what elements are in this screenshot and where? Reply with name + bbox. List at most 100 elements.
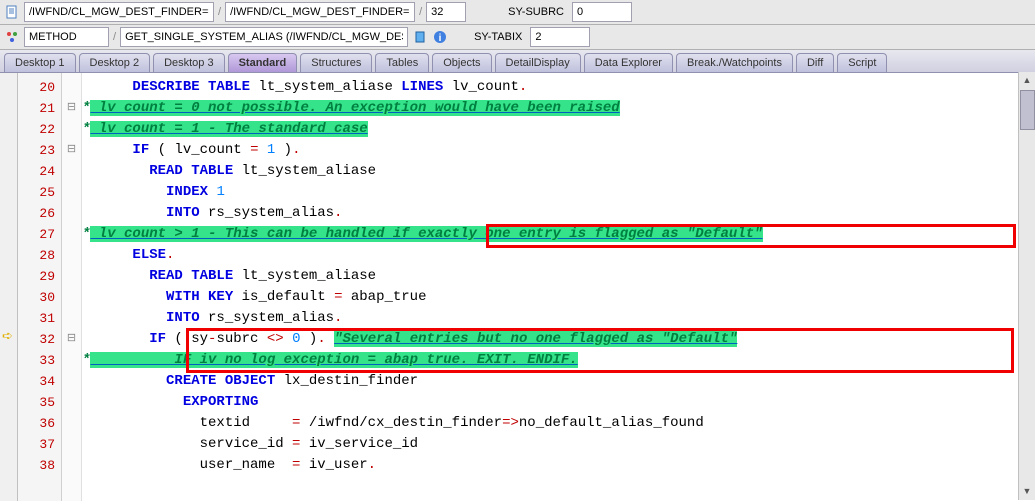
scroll-down-icon[interactable]: ▼	[1019, 483, 1035, 500]
fold-toggle	[62, 392, 81, 413]
tab-script[interactable]: Script	[837, 53, 887, 72]
tab-desktop-3[interactable]: Desktop 3	[153, 53, 225, 72]
document-icon	[4, 4, 20, 20]
fold-toggle	[62, 182, 81, 203]
bookmark-icon[interactable]	[412, 29, 428, 45]
line-number: 32	[18, 329, 61, 350]
toolbar-row-2: / i SY-TABIX	[0, 25, 1035, 50]
code-line[interactable]: textid = /iwfnd/cx_destin_finder=>no_def…	[82, 413, 1035, 434]
line-number: 23	[18, 140, 61, 161]
tab-break-watchpoints[interactable]: Break./Watchpoints	[676, 53, 793, 72]
fold-toggle[interactable]: ⊟	[62, 98, 81, 119]
marker-cell	[0, 115, 17, 136]
code-area[interactable]: DESCRIBE TABLE lt_system_aliase LINES lv…	[82, 73, 1035, 501]
method-icon	[4, 29, 20, 45]
code-line[interactable]: user_name = iv_user.	[82, 455, 1035, 476]
line-number: 22	[18, 119, 61, 140]
tab-structures[interactable]: Structures	[300, 53, 372, 72]
line-number: 31	[18, 308, 61, 329]
fold-toggle	[62, 413, 81, 434]
code-line[interactable]: IF ( sy-subrc <> 0 ). "Several entries b…	[82, 329, 1035, 350]
code-line[interactable]: EXPORTING	[82, 392, 1035, 413]
code-line[interactable]: * IF iv no log exception = abap true. EX…	[82, 350, 1035, 371]
marker-cell	[0, 94, 17, 115]
marker-cell	[0, 241, 17, 262]
marker-cell	[0, 304, 17, 325]
svg-text:i: i	[439, 33, 442, 44]
toolbar-row-1: / / SY-SUBRC	[0, 0, 1035, 25]
path-field-1[interactable]	[24, 2, 214, 22]
line-number: 30	[18, 287, 61, 308]
line-number-gutter: 20212223242526272829303132333435363738	[18, 73, 62, 501]
separator: /	[419, 6, 422, 18]
method-value-field[interactable]	[120, 27, 408, 47]
separator: /	[113, 31, 116, 43]
sy-subrc-field[interactable]	[572, 2, 632, 22]
code-line[interactable]: service_id = iv_service_id	[82, 434, 1035, 455]
path-field-2[interactable]	[225, 2, 415, 22]
line-number: 25	[18, 182, 61, 203]
code-line[interactable]: CREATE OBJECT lx_destin_finder	[82, 371, 1035, 392]
marker-cell	[0, 136, 17, 157]
fold-toggle	[62, 371, 81, 392]
code-line[interactable]: READ TABLE lt_system_aliase	[82, 161, 1035, 182]
code-line[interactable]: * lv count = 0 not possible. An exceptio…	[82, 98, 1035, 119]
marker-cell	[0, 388, 17, 409]
tab-desktop-1[interactable]: Desktop 1	[4, 53, 76, 72]
code-line[interactable]: INDEX 1	[82, 182, 1035, 203]
fold-gutter: ⊟ ⊟ ⊟	[62, 73, 82, 501]
sy-tabix-field[interactable]	[530, 27, 590, 47]
code-line[interactable]: ELSE.	[82, 245, 1035, 266]
tab-detaildisplay[interactable]: DetailDisplay	[495, 53, 581, 72]
fold-toggle	[62, 224, 81, 245]
code-line[interactable]: IF ( lv_count = 1 ).	[82, 140, 1035, 161]
scroll-up-icon[interactable]: ▲	[1019, 72, 1035, 89]
code-line[interactable]: INTO rs_system_alias.	[82, 203, 1035, 224]
marker-cell	[0, 430, 17, 451]
fold-toggle	[62, 119, 81, 140]
tab-standard[interactable]: Standard	[228, 53, 298, 72]
fold-toggle	[62, 455, 81, 476]
code-line[interactable]: WITH KEY is_default = abap_true	[82, 287, 1035, 308]
line-number: 35	[18, 392, 61, 413]
code-line[interactable]: INTO rs_system_alias.	[82, 308, 1035, 329]
scrollbar-thumb[interactable]	[1020, 90, 1035, 130]
tab-objects[interactable]: Objects	[432, 53, 491, 72]
line-number: 24	[18, 161, 61, 182]
marker-cell	[0, 409, 17, 430]
fold-toggle[interactable]: ⊟	[62, 329, 81, 350]
fold-toggle	[62, 266, 81, 287]
marker-cell	[0, 346, 17, 367]
marker-cell	[0, 178, 17, 199]
tab-tables[interactable]: Tables	[375, 53, 429, 72]
sy-subrc-label: SY-SUBRC	[504, 6, 568, 18]
fold-toggle	[62, 308, 81, 329]
sy-tabix-label: SY-TABIX	[470, 31, 526, 43]
vertical-scrollbar[interactable]: ▲ ▼	[1018, 72, 1035, 500]
tab-diff[interactable]: Diff	[796, 53, 834, 72]
line-number-field[interactable]	[426, 2, 466, 22]
method-label-field[interactable]	[24, 27, 109, 47]
tab-data-explorer[interactable]: Data Explorer	[584, 53, 673, 72]
fold-toggle	[62, 350, 81, 371]
code-line[interactable]: DESCRIBE TABLE lt_system_aliase LINES lv…	[82, 77, 1035, 98]
code-editor: ➪ 20212223242526272829303132333435363738…	[0, 73, 1035, 501]
fold-toggle	[62, 161, 81, 182]
marker-cell	[0, 73, 17, 94]
fold-toggle	[62, 203, 81, 224]
tab-desktop-2[interactable]: Desktop 2	[79, 53, 151, 72]
code-line[interactable]: * lv count > 1 - This can be handled if …	[82, 224, 1035, 245]
info-icon[interactable]: i	[432, 29, 448, 45]
tab-bar: Desktop 1Desktop 2Desktop 3StandardStruc…	[0, 50, 1035, 73]
line-number: 26	[18, 203, 61, 224]
code-line[interactable]: READ TABLE lt_system_aliase	[82, 266, 1035, 287]
line-number: 34	[18, 371, 61, 392]
marker-cell	[0, 262, 17, 283]
fold-toggle[interactable]: ⊟	[62, 140, 81, 161]
code-line[interactable]: * lv count = 1 - The standard case	[82, 119, 1035, 140]
marker-cell	[0, 451, 17, 472]
marker-cell	[0, 220, 17, 241]
marker-cell	[0, 283, 17, 304]
separator: /	[218, 6, 221, 18]
line-number: 36	[18, 413, 61, 434]
